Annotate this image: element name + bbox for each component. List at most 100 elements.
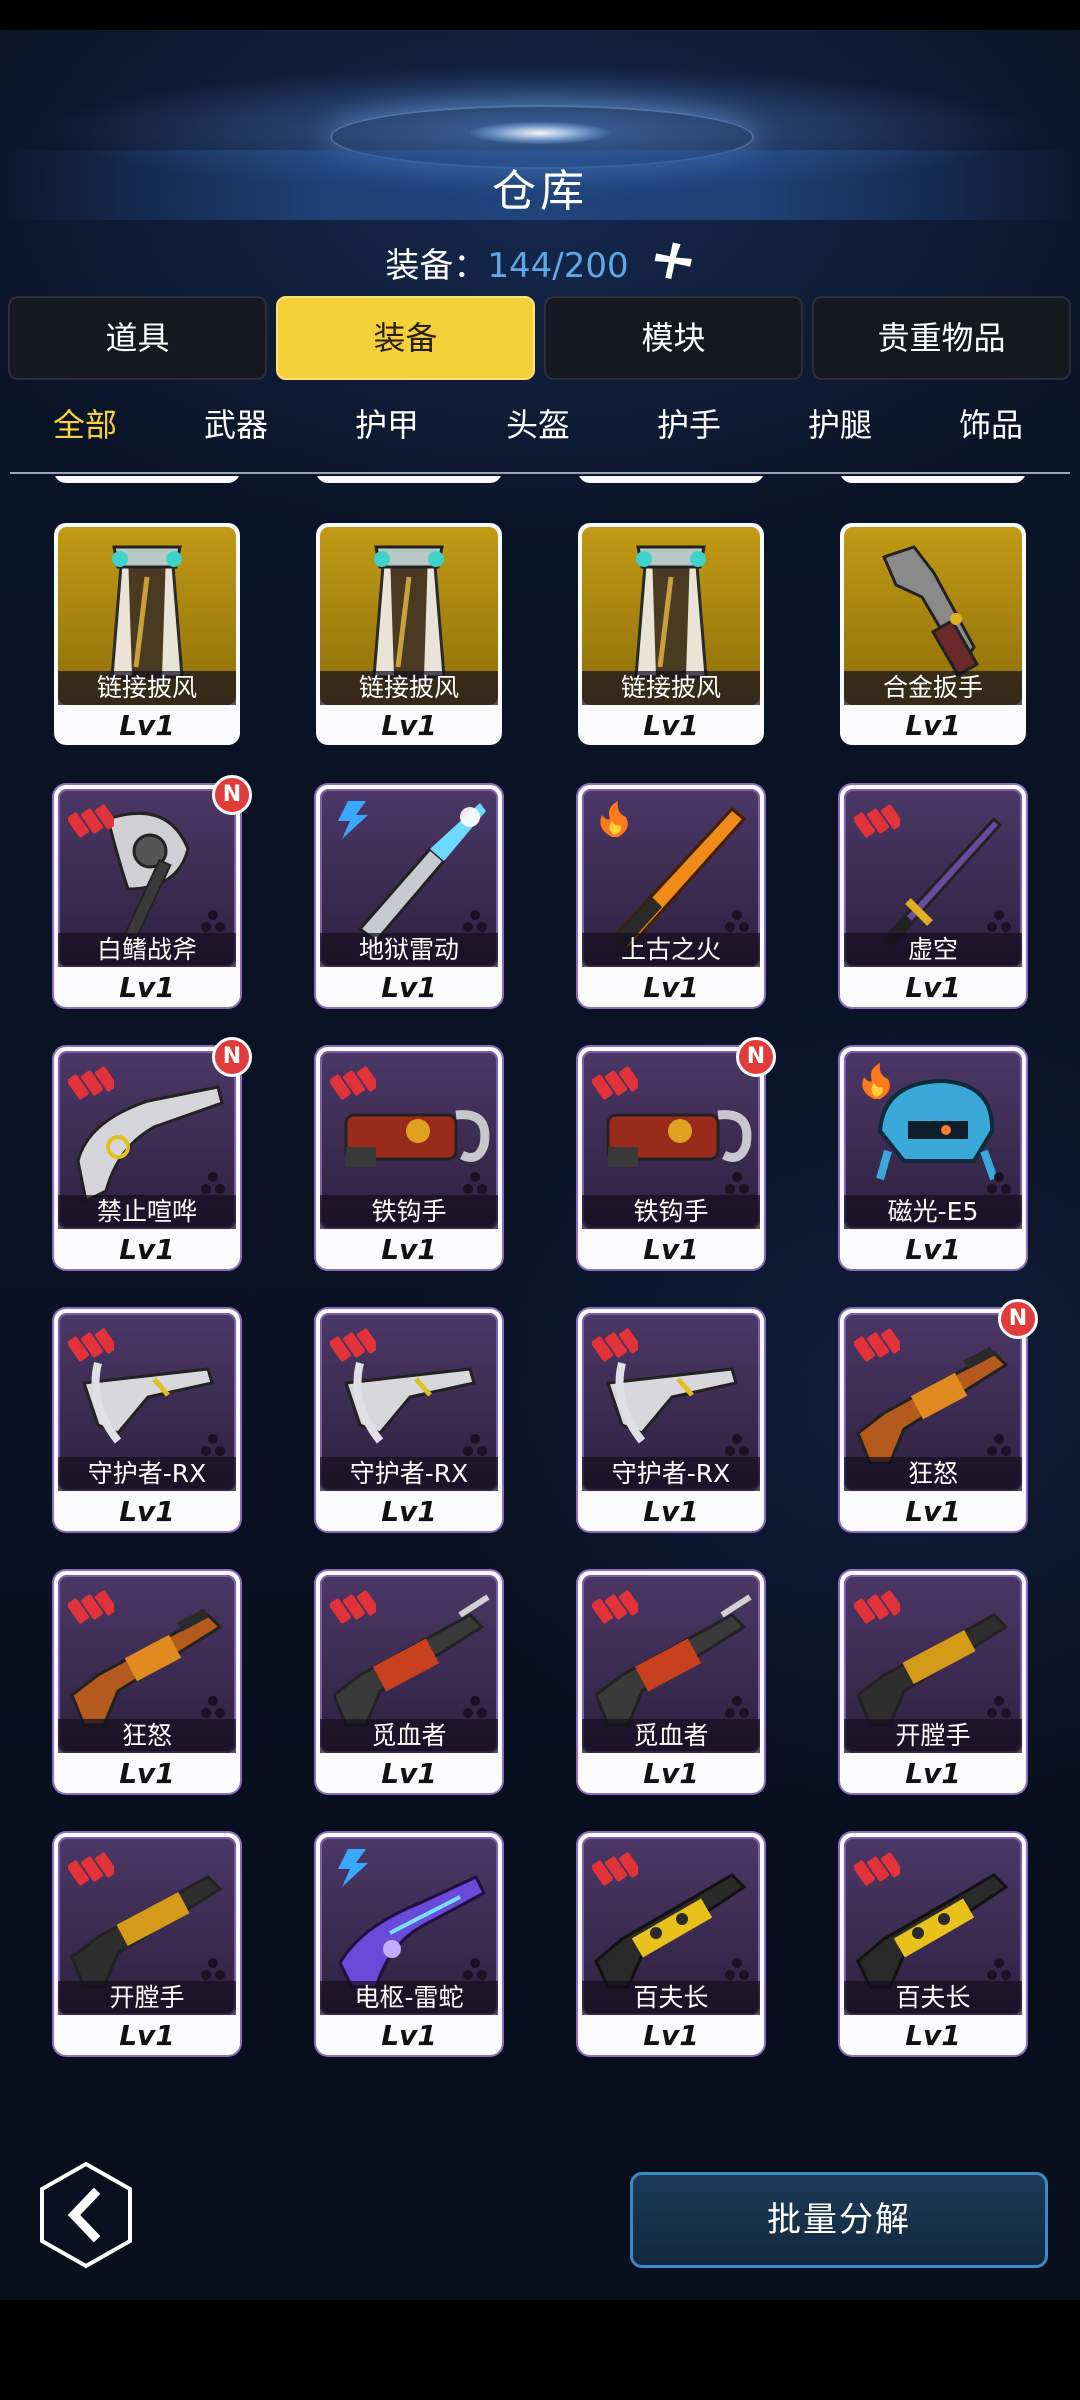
item-name: 电枢-雷蛇 [320, 1981, 498, 2015]
item-level: Lv1 [119, 2019, 175, 2052]
filter-all[interactable]: 全部 [25, 400, 145, 446]
equipment-card[interactable]: 觅血者 Lv1 [316, 1571, 502, 1793]
new-badge-icon: N [212, 775, 252, 815]
header-glow-decoration [470, 122, 610, 144]
equipment-card[interactable]: 守护者-RX Lv1 [578, 1309, 764, 1531]
slot-dots-icon [722, 909, 752, 933]
equipment-card[interactable]: Lv1 [840, 476, 1026, 483]
item-level: Lv1 [905, 2019, 961, 2052]
item-name: 链接披风 [320, 671, 498, 705]
filter-legs[interactable]: 护腿 [780, 400, 900, 446]
equipment-card[interactable]: 上古之火 Lv1 [578, 785, 764, 1007]
item-level: Lv1 [119, 1495, 175, 1528]
fire-icon [592, 799, 638, 839]
equipment-card[interactable]: 铁钩手 Lv1 [316, 1047, 502, 1269]
ammo-icon [852, 1585, 904, 1625]
tab-modules[interactable]: 模块 [544, 296, 803, 380]
item-level: Lv1 [643, 1757, 699, 1790]
ammo-icon [66, 1323, 118, 1363]
equipment-card[interactable]: 守护者-RX Lv1 [316, 1309, 502, 1531]
slot-dots-icon [460, 1433, 490, 1457]
equipment-card[interactable]: 链接披风 Lv1 [316, 523, 502, 745]
tab-valuables[interactable]: 贵重物品 [812, 296, 1071, 380]
filter-helmet[interactable]: 头盔 [478, 400, 598, 446]
slot-dots-icon [722, 1433, 752, 1457]
equipment-card[interactable]: 禁止喧哗 Lv1 [54, 1047, 240, 1269]
equipment-card[interactable]: Lv1 [54, 476, 240, 483]
lightning-icon [330, 799, 376, 839]
equipment-card[interactable]: 觅血者 Lv1 [578, 1571, 764, 1793]
slot-dots-icon [198, 1433, 228, 1457]
filter-weapons[interactable]: 武器 [176, 400, 296, 446]
slot-dots-icon [722, 1695, 752, 1719]
batch-disassemble-button[interactable]: 批量分解 [630, 2172, 1048, 2268]
slot-dots-icon [984, 909, 1014, 933]
equipment-card[interactable]: 白鳍战斧 Lv1 [54, 785, 240, 1007]
count-value: 144/200 [487, 246, 629, 286]
item-level: Lv1 [381, 709, 437, 742]
status-bar [0, 0, 1080, 30]
category-tabs: 道具 装备 模块 贵重物品 [8, 296, 1072, 380]
ammo-icon [66, 799, 118, 839]
item-level: Lv1 [119, 1233, 175, 1266]
expand-capacity-icon[interactable] [651, 239, 695, 283]
item-level: Lv1 [643, 2019, 699, 2052]
ammo-icon [590, 1847, 642, 1887]
filter-armor[interactable]: 护甲 [327, 400, 447, 446]
equipment-card[interactable]: 磁光-E5 Lv1 [840, 1047, 1026, 1269]
ammo-icon [852, 1847, 904, 1887]
item-level: Lv1 [381, 1233, 437, 1266]
equipment-card[interactable]: 地狱雷动 Lv1 [316, 785, 502, 1007]
equipment-card[interactable]: 狂怒 Lv1 [54, 1571, 240, 1793]
fire-icon [854, 1061, 900, 1101]
equipment-card[interactable]: 虚空 Lv1 [840, 785, 1026, 1007]
tab-equipment[interactable]: 装备 [276, 296, 535, 380]
equipment-card[interactable]: 合金扳手 Lv1 [840, 523, 1026, 745]
item-level: Lv1 [905, 971, 961, 1004]
equipment-card[interactable]: 开膛手 Lv1 [840, 1571, 1026, 1793]
equipment-grid: Lv1 Lv1 Lv1 Lv1 链接披风 Lv1 链接披风 Lv1 链接披风 Lv1 合金扳手 Lv1… [0, 476, 1080, 2116]
item-level: Lv1 [905, 1757, 961, 1790]
item-name: 百夫长 [844, 1981, 1022, 2015]
item-name: 铁钩手 [320, 1195, 498, 1229]
item-name: 开膛手 [844, 1719, 1022, 1753]
equipment-card[interactable]: 狂怒 Lv1 [840, 1309, 1026, 1531]
item-name: 禁止喧哗 [58, 1195, 236, 1229]
back-button[interactable] [36, 2160, 136, 2270]
item-level: Lv1 [54, 476, 240, 480]
equipment-card[interactable]: 守护者-RX Lv1 [54, 1309, 240, 1531]
item-level: Lv1 [381, 2019, 437, 2052]
equipment-card[interactable]: 链接披风 Lv1 [578, 523, 764, 745]
item-name: 链接披风 [58, 671, 236, 705]
item-name: 虚空 [844, 933, 1022, 967]
item-level: Lv1 [905, 709, 961, 742]
item-name: 地狱雷动 [320, 933, 498, 967]
equipment-card[interactable]: 铁钩手 Lv1 [578, 1047, 764, 1269]
equipment-card[interactable]: 链接披风 Lv1 [54, 523, 240, 745]
ammo-icon [590, 1585, 642, 1625]
ammo-icon [590, 1061, 642, 1101]
item-level: Lv1 [381, 1757, 437, 1790]
item-name: 狂怒 [58, 1719, 236, 1753]
item-name: 守护者-RX [582, 1457, 760, 1491]
item-level: Lv1 [381, 971, 437, 1004]
equipment-card[interactable]: 电枢-雷蛇 Lv1 [316, 1833, 502, 2055]
ammo-icon [66, 1847, 118, 1887]
tab-items[interactable]: 道具 [8, 296, 267, 380]
equipment-card[interactable]: Lv1 [316, 476, 502, 483]
equipment-card[interactable]: Lv1 [578, 476, 764, 483]
item-name: 白鳍战斧 [58, 933, 236, 967]
item-name: 百夫长 [582, 1981, 760, 2015]
ammo-icon [852, 799, 904, 839]
filter-accessories[interactable]: 饰品 [931, 400, 1051, 446]
ammo-icon [328, 1061, 380, 1101]
item-level: Lv1 [119, 1757, 175, 1790]
filter-gloves[interactable]: 护手 [629, 400, 749, 446]
equipment-card[interactable]: 开膛手 Lv1 [54, 1833, 240, 2055]
back-arrow-icon [40, 2161, 132, 2269]
equipment-card[interactable]: 百夫长 Lv1 [840, 1833, 1026, 2055]
equipment-count: 装备：144/200 [0, 238, 1080, 287]
item-level: Lv1 [643, 971, 699, 1004]
item-name: 开膛手 [58, 1981, 236, 2015]
equipment-card[interactable]: 百夫长 Lv1 [578, 1833, 764, 2055]
